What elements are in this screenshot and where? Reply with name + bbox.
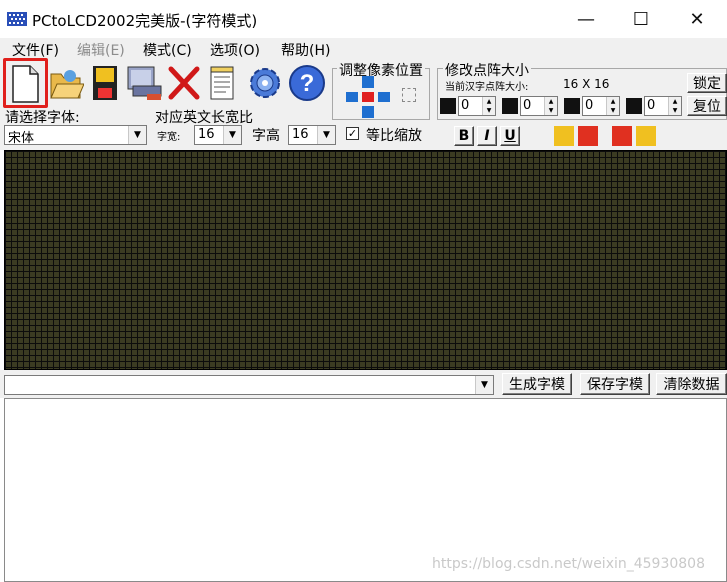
frame-icon[interactable] [402,88,416,102]
height-select[interactable]: 16 ▼ [288,125,336,145]
output-textarea[interactable] [4,398,727,582]
spinner-left[interactable]: 0 ▲ ▼ [458,96,496,116]
font-select[interactable]: 宋体 ▼ [4,125,147,146]
minimize-button[interactable]: — [563,0,609,38]
move-right-arrow-icon[interactable] [378,92,390,102]
bold-button[interactable]: B [454,126,474,146]
clear-button[interactable]: 清除数据 [656,373,727,395]
save-disk-icon[interactable] [88,64,122,104]
notepad-icon[interactable] [206,64,240,104]
dot-matrix-canvas[interactable] [4,150,727,370]
menu-options[interactable]: 选项(O) [210,40,260,60]
choose-font-label: 请选择字体: [5,110,80,126]
lock-button[interactable]: 锁定 [687,73,727,93]
move-down-arrow-icon[interactable] [362,106,374,118]
pixel-adjust-label: 调整像素位置 [337,60,425,80]
save-font-button[interactable]: 保存字模 [580,373,650,395]
shift-right-icon [564,98,580,114]
width-label: 字宽: [157,132,181,143]
menu-mode[interactable]: 模式(C) [143,40,192,60]
move-up-arrow-icon[interactable] [362,76,374,88]
svg-text:?: ? [300,70,315,97]
center-icon[interactable] [362,92,374,102]
reset-button[interactable]: 复位 [687,96,727,116]
close-button[interactable]: ✕ [674,0,720,38]
help-question-icon[interactable]: ? [287,63,325,103]
en-width-label: 对应英文长宽比 [155,110,253,126]
current-size-label: 当前汉字点阵大小: [445,82,529,93]
watermark: https://blog.csdn.net/weixin_45930808 [431,556,705,572]
delete-x-icon[interactable] [166,64,200,104]
menu-help[interactable]: 帮助(H) [281,40,330,60]
underline-button[interactable]: U [500,126,520,146]
settings-gear-icon[interactable] [245,64,280,104]
current-size-value: 16 X 16 [563,77,610,91]
open-folder-icon[interactable] [48,64,85,104]
generate-button[interactable]: 生成字模 [502,373,572,395]
height-label: 字高 [252,128,280,144]
window-title: PCtoLCD2002完美版-(字符模式) [32,12,258,30]
proportional-label: 等比缩放 [366,128,422,144]
italic-button[interactable]: I [477,126,497,146]
dot-size-label: 修改点阵大小 [443,60,531,80]
menu-edit[interactable]: 编辑(E) [77,40,125,60]
shift-down-icon [626,98,642,114]
flip-icon[interactable] [612,126,656,146]
maximize-button[interactable]: ☐ [618,0,664,38]
import-image-icon[interactable] [125,64,162,104]
menu-file[interactable]: 文件(F) [12,40,59,60]
new-file-highlight [3,58,48,108]
app-icon [6,10,28,28]
spinner-down[interactable]: 0 ▲ ▼ [644,96,682,116]
spinner-up[interactable]: 0 ▲ ▼ [520,96,558,116]
spinner-right[interactable]: 0 ▲ ▼ [582,96,620,116]
text-input-combo[interactable]: ▼ [4,375,494,395]
width-select[interactable]: 16 ▼ [194,125,242,145]
shift-up-icon [502,98,518,114]
shift-left-icon [440,98,456,114]
rotate-icon[interactable] [554,126,598,146]
proportional-checkbox[interactable]: ✓ [346,127,359,140]
move-left-arrow-icon[interactable] [346,92,358,102]
